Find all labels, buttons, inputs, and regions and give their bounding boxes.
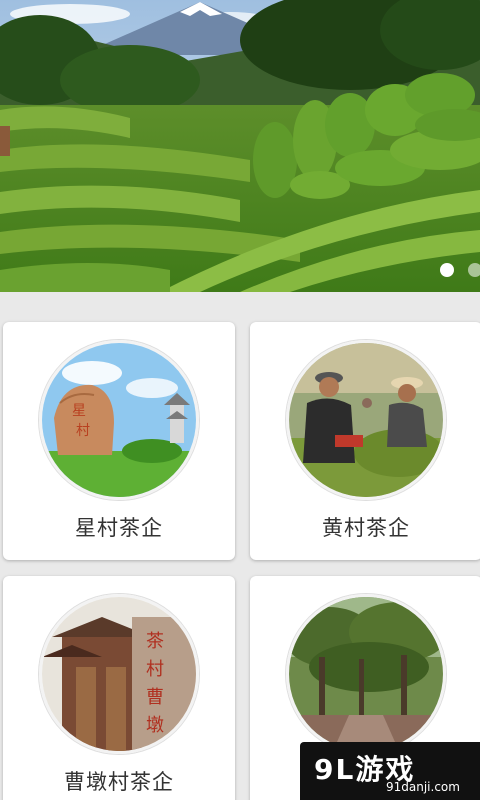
carved-stone-gate-image: 茶 村 曹 墩 bbox=[39, 594, 199, 754]
company-grid: 星 村 星村茶企 黄村茶企 茶 村 曹 墩 曹墩村茶企 bbox=[0, 292, 480, 800]
company-label: 曹墩村茶企 bbox=[64, 770, 174, 794]
svg-text:墩: 墩 bbox=[146, 715, 164, 736]
forest-path-image bbox=[286, 594, 446, 754]
company-card-huangcun[interactable]: 黄村茶企 bbox=[250, 322, 480, 560]
stone-monument-image: 星 村 bbox=[39, 340, 199, 500]
carousel-dot[interactable] bbox=[468, 263, 480, 277]
carousel-indicators bbox=[440, 263, 480, 277]
company-label: 黄村茶企 bbox=[322, 516, 410, 540]
svg-text:村: 村 bbox=[76, 423, 90, 439]
company-card-xingcun[interactable]: 星 村 星村茶企 bbox=[3, 322, 235, 560]
site-watermark: 9L游戏 91danji.com bbox=[300, 742, 480, 800]
company-card-caodun[interactable]: 茶 村 曹 墩 曹墩村茶企 bbox=[3, 576, 235, 800]
svg-text:村: 村 bbox=[146, 659, 164, 680]
carousel-dot-active[interactable] bbox=[440, 263, 454, 277]
tea-pickers-image bbox=[286, 340, 446, 500]
banner-image bbox=[0, 0, 480, 292]
svg-text:曹: 曹 bbox=[146, 687, 164, 708]
svg-text:星: 星 bbox=[72, 403, 86, 419]
watermark-url: 91danji.com bbox=[386, 780, 460, 794]
app-screen: 星 村 星村茶企 黄村茶企 茶 村 曹 墩 曹墩村茶企 9L游戏 91danji… bbox=[0, 0, 480, 800]
banner-carousel[interactable] bbox=[0, 0, 480, 292]
company-label: 星村茶企 bbox=[75, 516, 163, 540]
svg-text:茶: 茶 bbox=[146, 631, 164, 652]
